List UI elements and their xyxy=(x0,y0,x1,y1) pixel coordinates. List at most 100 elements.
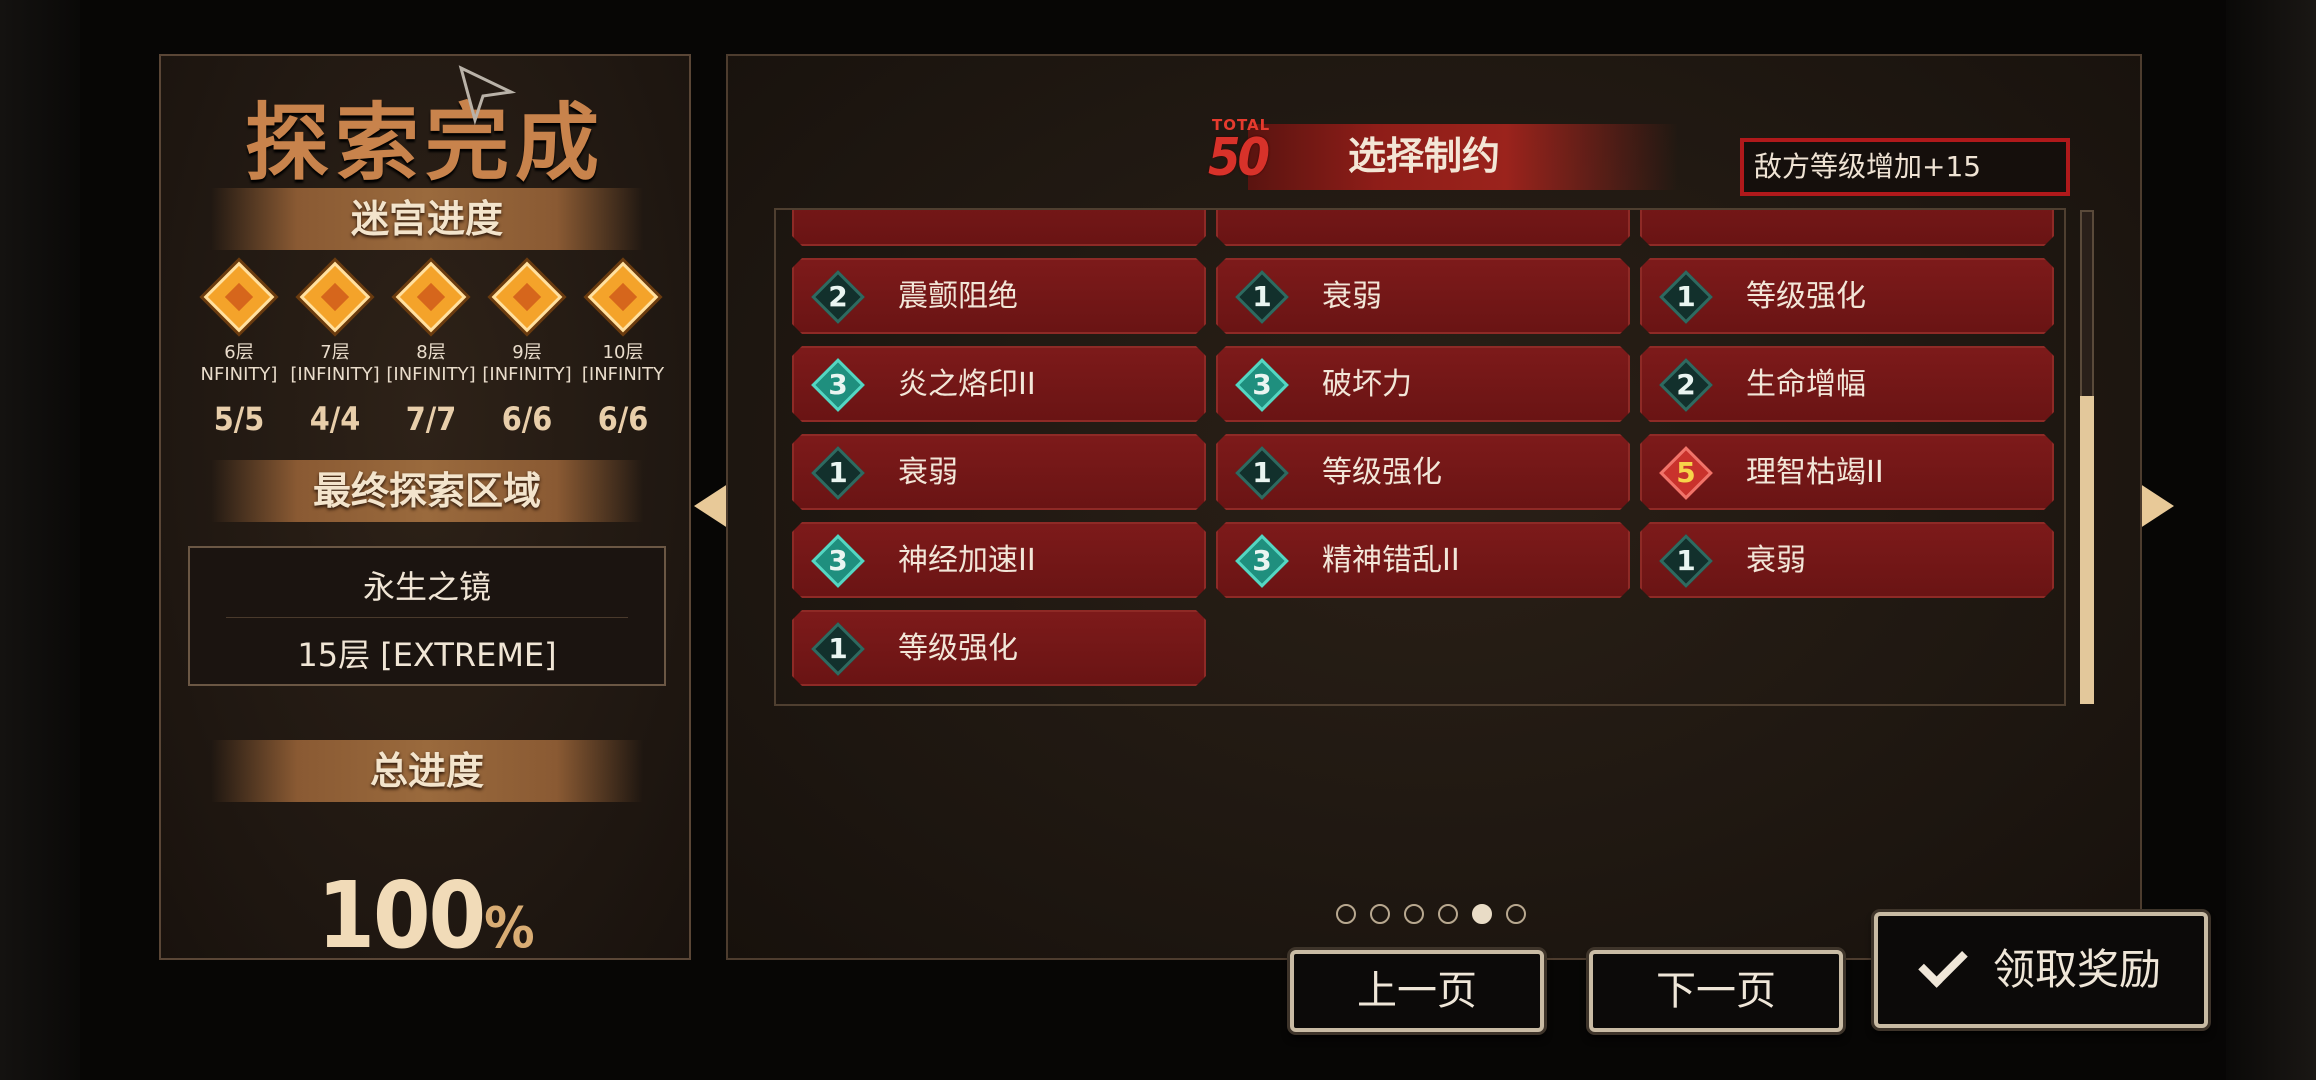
floor-medal-icon xyxy=(395,261,467,333)
card-level: 2 xyxy=(828,280,848,313)
floor-count: 5/5 xyxy=(213,400,265,438)
card-level: 1 xyxy=(828,632,848,665)
claim-reward-label: 领取奖励 xyxy=(1992,945,2161,994)
total-progress-value: 100% xyxy=(161,862,689,969)
constraint-card[interactable]: 1 衰弱 xyxy=(1640,522,2054,598)
page-dot[interactable] xyxy=(1506,904,1526,924)
card-label: 理智枯竭II xyxy=(1746,455,1884,490)
page-dot[interactable] xyxy=(1472,904,1492,924)
floor-medal-icon xyxy=(491,261,563,333)
left-frame-edge xyxy=(0,0,80,1080)
card-label: 等级强化 xyxy=(898,631,1018,666)
floor-mode: [INFINITY] xyxy=(386,364,476,385)
floor-count: 6/6 xyxy=(597,400,649,438)
floor-mode: [INFINITY] xyxy=(482,364,572,385)
constraint-card[interactable]: 5 理智枯竭II xyxy=(1640,434,2054,510)
card-level: 5 xyxy=(1676,456,1696,489)
constraint-card[interactable]: 3 神经加速II xyxy=(792,522,1206,598)
total-progress-banner: 总进度 xyxy=(211,740,643,802)
card-label: 衰弱 xyxy=(1746,543,1806,578)
total-progress-number: 100 xyxy=(317,862,486,969)
card-label: 衰弱 xyxy=(1322,279,1382,314)
constraint-card[interactable]: 3 破坏力 xyxy=(1216,346,1630,422)
right-frame-edge xyxy=(2226,0,2316,1080)
floor-medal-icon xyxy=(203,261,275,333)
constraint-card-partial[interactable] xyxy=(1640,208,2054,246)
floor-count: 4/4 xyxy=(309,400,361,438)
floor-name: 7层 xyxy=(320,342,350,363)
constraint-grid: 2 震颤阻绝 1 衰弱 1 等级强化 3 炎之烙印II 3 破坏力 2 生命增幅 1 衰弱 1 等级强化 5 理智… xyxy=(774,208,2066,706)
card-label: 神经加速II xyxy=(898,543,1036,578)
card-label: 震颤阻绝 xyxy=(898,279,1018,314)
next-page-button[interactable]: 下一页 xyxy=(1589,950,1843,1032)
constraint-card[interactable]: 2 生命增幅 xyxy=(1640,346,2054,422)
page-dot[interactable] xyxy=(1438,904,1458,924)
card-level: 3 xyxy=(1252,368,1272,401)
card-level: 3 xyxy=(1252,544,1272,577)
panel-title: 探索完成 xyxy=(244,93,605,192)
floor-name: 6层 xyxy=(224,342,254,363)
prev-page-button[interactable]: 上一页 xyxy=(1290,950,1544,1032)
floor-list: 6层 NFINITY] 5/5 7层 [INFINITY] 4/4 8层 [IN… xyxy=(191,261,664,486)
constraint-card[interactable]: 1 衰弱 xyxy=(792,434,1206,510)
floor-item: 9层 [INFINITY] 6/6 xyxy=(479,261,575,438)
floor-count: 6/6 xyxy=(501,400,553,438)
final-area-banner: 最终探索区域 xyxy=(211,460,643,522)
floor-item: 10层 [INFINITY 6/6 xyxy=(575,261,671,438)
constraint-card[interactable]: 1 等级强化 xyxy=(1640,258,2054,334)
card-label: 等级强化 xyxy=(1746,279,1866,314)
constraint-card-partial[interactable] xyxy=(792,208,1206,246)
constraint-panel: TOTAL 50 选择制约 敌方等级增加+15 2 震颤阻绝 1 衰弱 1 等级强化 3 炎之… xyxy=(726,54,2142,960)
constraint-card[interactable]: 3 炎之烙印II xyxy=(792,346,1206,422)
floor-item: 8层 [INFINITY] 7/7 xyxy=(383,261,479,438)
constraint-card-partial[interactable] xyxy=(1216,208,1630,246)
page-dot[interactable] xyxy=(1336,904,1356,924)
card-label: 衰弱 xyxy=(898,455,958,490)
constraint-card[interactable]: 3 精神错乱II xyxy=(1216,522,1630,598)
total-progress-unit: % xyxy=(484,896,535,961)
total-badge: TOTAL 50 xyxy=(1208,116,1288,188)
floor-mode: NFINITY] xyxy=(200,364,278,385)
card-level: 3 xyxy=(828,368,848,401)
area-name: 永生之镜 xyxy=(362,568,491,606)
page-dot[interactable] xyxy=(1370,904,1390,924)
floor-item: 7层 [INFINITY] 4/4 xyxy=(287,261,383,438)
card-level: 1 xyxy=(1676,280,1696,313)
floor-name: 10层 xyxy=(602,342,644,363)
area-divider xyxy=(226,617,628,618)
card-level: 1 xyxy=(1676,544,1696,577)
card-label: 破坏力 xyxy=(1322,367,1412,402)
card-level: 3 xyxy=(828,544,848,577)
floor-medal-icon xyxy=(299,261,371,333)
card-label: 精神错乱II xyxy=(1322,543,1460,578)
card-level: 1 xyxy=(1252,280,1272,313)
total-badge-value: 50 xyxy=(1208,128,1270,188)
card-level: 1 xyxy=(1252,456,1272,489)
constraint-card[interactable]: 1 等级强化 xyxy=(792,610,1206,686)
card-label: 生命增幅 xyxy=(1746,367,1866,402)
final-area-box: 永生之镜 15层 [EXTREME] xyxy=(188,546,666,686)
scrollbar-thumb[interactable] xyxy=(2080,396,2094,704)
card-label: 炎之烙印II xyxy=(898,367,1036,402)
maze-progress-banner: 迷宫进度 xyxy=(211,188,643,250)
status-box: 敌方等级增加+15 xyxy=(1740,138,2070,196)
pointer-cursor-icon xyxy=(458,65,517,126)
floor-medal-icon xyxy=(587,261,659,333)
constraint-card[interactable]: 2 震颤阻绝 xyxy=(792,258,1206,334)
floor-name: 8层 xyxy=(416,342,446,363)
floor-mode: [INFINITY] xyxy=(290,364,380,385)
exploration-summary-panel: 探索完成 迷宫进度 6层 NFINITY] 5/5 7层 [INFINITY] … xyxy=(159,54,691,969)
floor-mode: [INFINITY xyxy=(581,364,665,385)
claim-reward-button[interactable]: 领取奖励 xyxy=(1874,912,2208,1028)
floor-count: 7/7 xyxy=(405,400,457,438)
page-dot[interactable] xyxy=(1404,904,1424,924)
check-icon xyxy=(1918,937,1968,988)
header-title: 选择制约 xyxy=(1348,134,1501,178)
floor-name: 9层 xyxy=(512,342,542,363)
constraint-card[interactable]: 1 衰弱 xyxy=(1216,258,1630,334)
constraint-card[interactable]: 1 等级强化 xyxy=(1216,434,1630,510)
card-level: 1 xyxy=(828,456,848,489)
area-floor: 15层 [EXTREME] xyxy=(297,636,557,674)
card-level: 2 xyxy=(1676,368,1696,401)
card-label: 等级强化 xyxy=(1322,455,1442,490)
